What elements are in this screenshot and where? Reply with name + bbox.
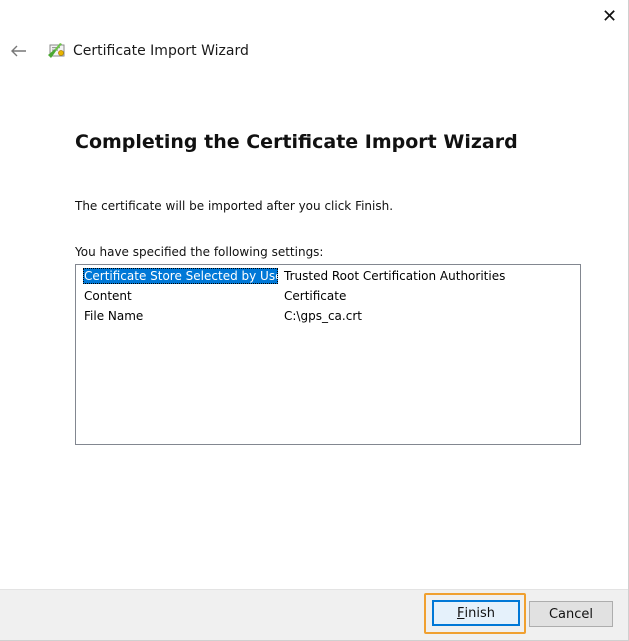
close-icon: ✕: [601, 5, 618, 27]
cancel-button[interactable]: Cancel: [529, 601, 613, 627]
page-description: The certificate will be imported after y…: [75, 199, 394, 213]
settings-list[interactable]: Certificate Store Selected by User Trust…: [75, 264, 581, 445]
finish-label: inish: [464, 605, 495, 621]
settings-label: You have specified the following setting…: [75, 245, 324, 259]
page-heading: Completing the Certificate Import Wizard: [75, 131, 518, 153]
close-button[interactable]: ✕: [590, 0, 629, 32]
setting-value: C:\gps_ca.crt: [284, 309, 362, 323]
settings-row[interactable]: Content Certificate: [76, 285, 580, 305]
settings-row[interactable]: Certificate Store Selected by User Trust…: [76, 265, 580, 285]
wizard-window: ✕ Certificate Import Wizard Completing t…: [0, 0, 629, 641]
settings-row[interactable]: File Name C:\gps_ca.crt: [76, 305, 580, 325]
finish-mnemonic: F: [457, 605, 465, 621]
certificate-wizard-icon: [48, 43, 65, 58]
setting-value: Certificate: [284, 289, 347, 303]
finish-button[interactable]: Finish: [432, 600, 520, 626]
setting-key: File Name: [84, 309, 144, 323]
setting-key: Certificate Store Selected by User: [83, 268, 278, 284]
back-button[interactable]: [6, 38, 32, 64]
window-title: Certificate Import Wizard: [73, 43, 249, 59]
setting-value: Trusted Root Certification Authorities: [284, 269, 506, 283]
setting-key: Content: [84, 289, 132, 303]
back-arrow-icon: [11, 45, 26, 57]
